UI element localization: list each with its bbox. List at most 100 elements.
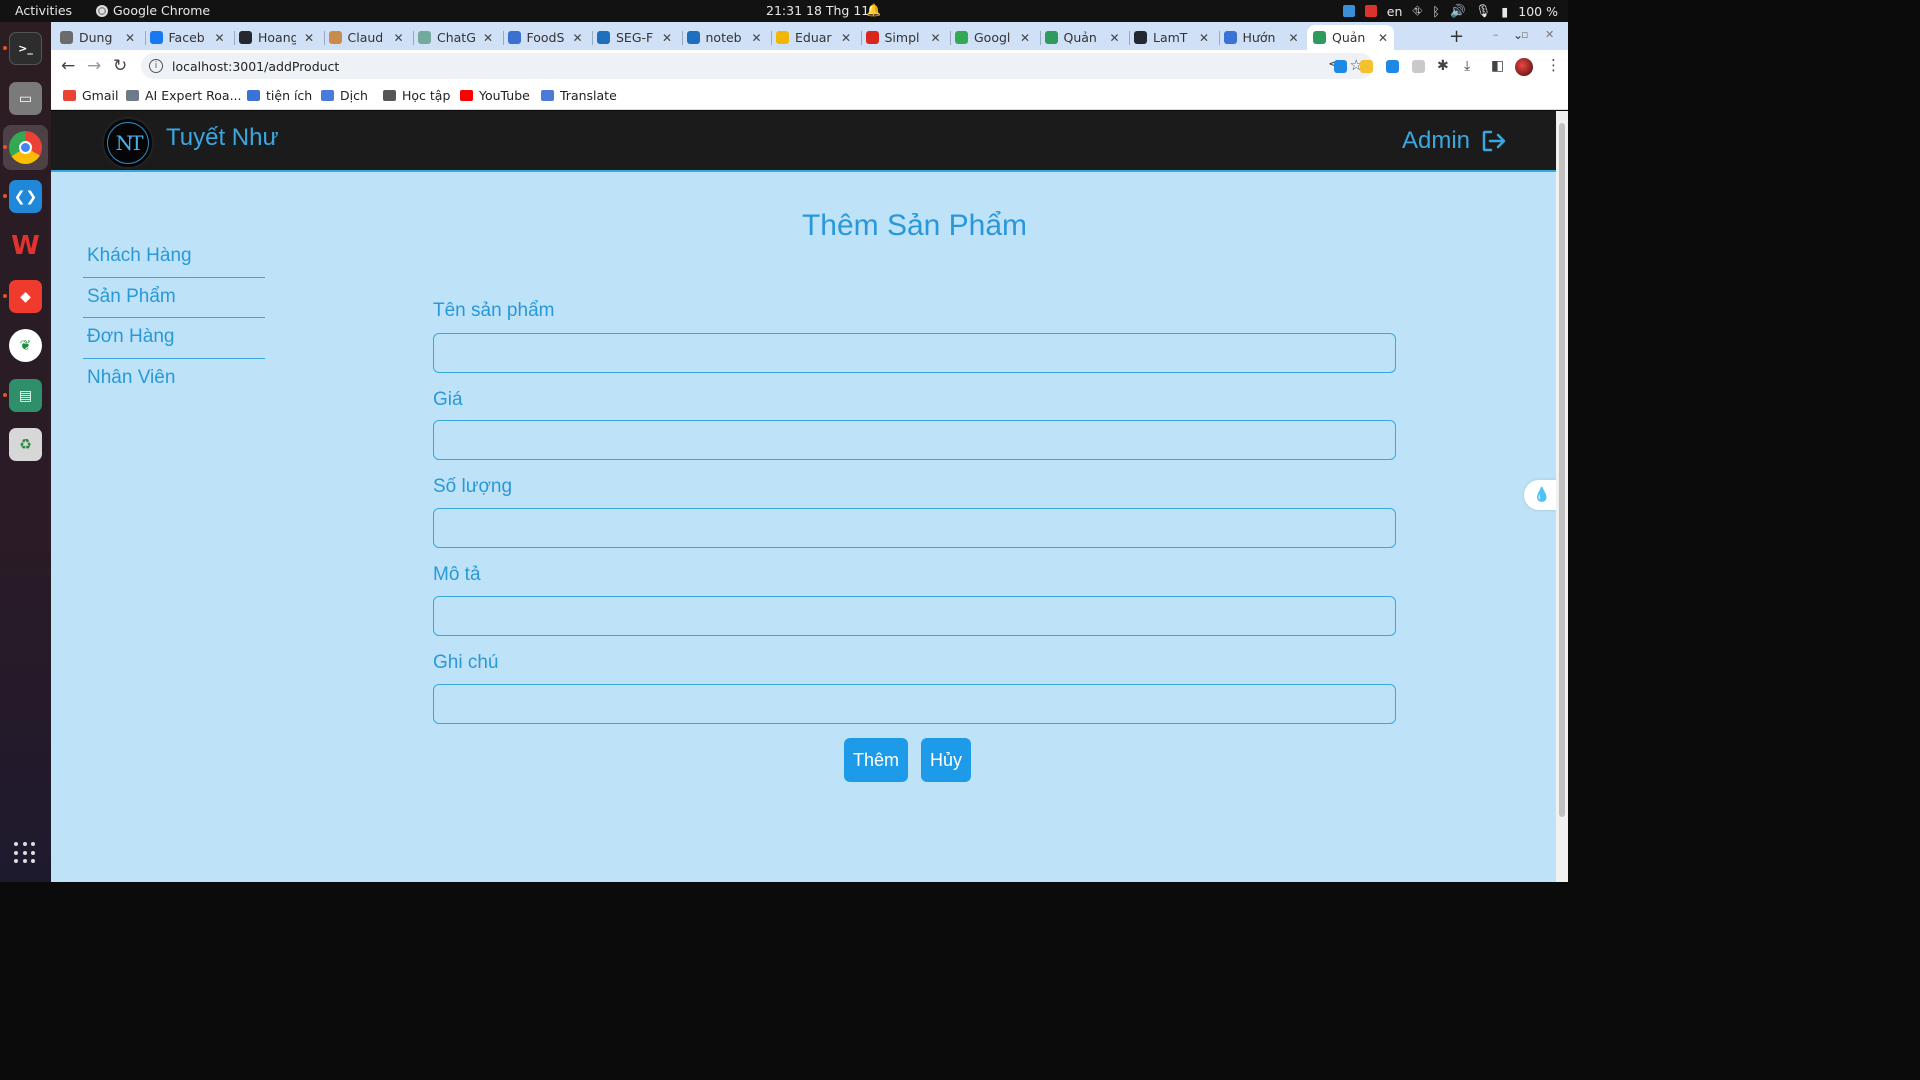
- quantity-input[interactable]: [433, 508, 1396, 548]
- address-bar[interactable]: i localhost:3001/addProduct ⋖ ☆: [141, 53, 1373, 79]
- sidebar-item-customers[interactable]: Khách Hàng: [83, 237, 265, 278]
- system-tray[interactable]: en ⛗ ᛒ 🔊 🎙 ▮ 100 %: [1342, 3, 1558, 19]
- tab-close-icon[interactable]: ✕: [483, 31, 493, 45]
- browser-menu-icon[interactable]: ⋮: [1546, 56, 1561, 74]
- profile-avatar[interactable]: [1515, 58, 1533, 76]
- vscode-icon[interactable]: ❮❯: [9, 180, 42, 213]
- browser-tab[interactable]: Eduar ✕: [776, 25, 851, 50]
- downloads-icon[interactable]: ⤓: [1464, 58, 1470, 74]
- tab-title: Googl: [974, 30, 1011, 45]
- tab-close-icon[interactable]: ✕: [662, 31, 672, 45]
- clock[interactable]: 21:31 18 Thg 11: [766, 3, 869, 18]
- battery-percent[interactable]: 100 %: [1518, 4, 1558, 19]
- tab-close-icon[interactable]: ✕: [1289, 31, 1299, 45]
- brand-name[interactable]: Tuyết Như: [166, 124, 279, 152]
- window-close-icon[interactable]: ✕: [1545, 28, 1554, 41]
- browser-tab[interactable]: Hướn ✕: [1223, 25, 1299, 50]
- volume-icon[interactable]: 🔊: [1450, 3, 1466, 19]
- sidebar-item-orders[interactable]: Đơn Hàng: [83, 318, 265, 359]
- keyboard-language[interactable]: en: [1387, 4, 1403, 19]
- notification-bell-icon[interactable]: 🔔: [866, 3, 881, 17]
- bookmark-item[interactable]: Dịch: [321, 88, 368, 103]
- android-studio-icon[interactable]: ▤: [9, 379, 42, 412]
- browser-tab[interactable]: Quản ✕: [1044, 25, 1120, 50]
- tab-close-icon[interactable]: ✕: [1110, 31, 1120, 45]
- back-arrow-icon[interactable]: ←: [61, 56, 75, 76]
- mongodb-compass-icon[interactable]: ❦: [9, 329, 42, 362]
- browser-tab[interactable]: ChatG ✕: [418, 25, 493, 50]
- bookmark-item[interactable]: tiện ích: [247, 88, 312, 103]
- sidebar-item-products[interactable]: Sản Phẩm: [83, 278, 265, 319]
- tab-close-icon[interactable]: ✕: [752, 31, 762, 45]
- bookmark-item[interactable]: Gmail: [63, 88, 118, 103]
- bookmark-item[interactable]: Translate: [541, 88, 617, 103]
- tab-close-icon[interactable]: ✕: [573, 31, 583, 45]
- anydesk-icon[interactable]: ◆: [9, 280, 42, 313]
- cancel-button[interactable]: Hủy: [921, 738, 971, 782]
- tab-close-icon[interactable]: ✕: [931, 31, 941, 45]
- tab-close-icon[interactable]: ✕: [1020, 31, 1030, 45]
- anydesk-indicator-icon[interactable]: [1364, 5, 1377, 17]
- wps-office-icon[interactable]: W: [9, 229, 42, 262]
- bookmark-item[interactable]: Học tập: [383, 88, 450, 103]
- tab-close-icon[interactable]: ✕: [394, 31, 404, 45]
- bookmark-item[interactable]: YouTube: [460, 88, 530, 103]
- browser-tab[interactable]: Faceb ✕: [149, 25, 225, 50]
- extension-cast-icon[interactable]: [1412, 60, 1425, 73]
- microphone-icon[interactable]: 🎙: [1476, 3, 1492, 19]
- floating-water-drop-icon[interactable]: 💧: [1524, 480, 1556, 510]
- sidebar-item-employees[interactable]: Nhân Viên: [83, 359, 265, 400]
- site-info-icon[interactable]: i: [149, 59, 163, 73]
- product-name-input[interactable]: [433, 333, 1396, 373]
- new-tab-icon[interactable]: +: [1449, 26, 1464, 47]
- browser-tab[interactable]: Dung ✕: [60, 25, 135, 50]
- browser-tab[interactable]: SEG-F ✕: [597, 25, 672, 50]
- browser-tab[interactable]: Claud ✕: [328, 25, 404, 50]
- tab-separator: [234, 31, 235, 45]
- bookmark-item[interactable]: AI Expert Roa...: [126, 88, 242, 103]
- trash-icon[interactable]: ♻: [9, 428, 42, 461]
- files-icon[interactable]: ▭: [9, 82, 42, 115]
- browser-tab[interactable]: Simpl ✕: [865, 25, 941, 50]
- terminal-icon[interactable]: >_: [9, 32, 42, 65]
- tab-close-icon[interactable]: ✕: [304, 31, 314, 45]
- tab-close-icon[interactable]: ✕: [1199, 31, 1209, 45]
- download-indicator-icon[interactable]: [1342, 5, 1355, 17]
- forward-arrow-icon[interactable]: →: [87, 56, 101, 76]
- page-scrollbar[interactable]: [1556, 111, 1568, 882]
- chrome-dock-icon[interactable]: [9, 131, 42, 164]
- minimize-icon[interactable]: –: [1493, 28, 1499, 41]
- scrollbar-thumb[interactable]: [1559, 123, 1565, 817]
- tab-close-icon[interactable]: ✕: [215, 31, 225, 45]
- browser-tab[interactable]: noteb ✕: [686, 25, 762, 50]
- admin-logout-button[interactable]: Admin: [1402, 127, 1506, 155]
- price-input[interactable]: [433, 420, 1396, 460]
- browser-tab[interactable]: Hoang ✕: [239, 25, 314, 50]
- tab-close-icon[interactable]: ✕: [841, 31, 851, 45]
- tab-close-icon[interactable]: ✕: [1378, 31, 1388, 45]
- tab-title: Dung: [79, 30, 113, 45]
- extension-download-icon[interactable]: [1334, 60, 1347, 73]
- tab-close-icon[interactable]: ✕: [125, 31, 135, 45]
- network-icon[interactable]: ⛗: [1412, 3, 1422, 19]
- activities-button[interactable]: Activities: [15, 3, 72, 18]
- browser-tab[interactable]: FoodS ✕: [507, 25, 583, 50]
- url-text[interactable]: localhost:3001/addProduct: [172, 59, 339, 74]
- description-input[interactable]: [433, 596, 1396, 636]
- maximize-icon[interactable]: ▫: [1521, 28, 1528, 41]
- running-indicator: [3, 194, 7, 198]
- extensions-puzzle-icon[interactable]: ✱: [1437, 58, 1449, 74]
- show-applications-icon[interactable]: [14, 842, 36, 864]
- side-panel-icon[interactable]: ◧: [1491, 58, 1504, 74]
- note-input[interactable]: [433, 684, 1396, 724]
- browser-tab[interactable]: LamT ✕: [1134, 25, 1209, 50]
- add-product-button[interactable]: Thêm: [844, 738, 908, 782]
- browser-tab[interactable]: Quản ✕: [1307, 25, 1395, 50]
- extension-idea-icon[interactable]: [1360, 60, 1373, 73]
- focused-app-menu[interactable]: Google Chrome: [96, 3, 210, 18]
- brand-logo[interactable]: NT: [102, 117, 154, 169]
- browser-tab[interactable]: Googl ✕: [955, 25, 1030, 50]
- reload-icon[interactable]: ↻: [113, 56, 127, 76]
- bluetooth-icon[interactable]: ᛒ: [1432, 4, 1440, 19]
- extension-save-icon[interactable]: [1386, 60, 1399, 73]
